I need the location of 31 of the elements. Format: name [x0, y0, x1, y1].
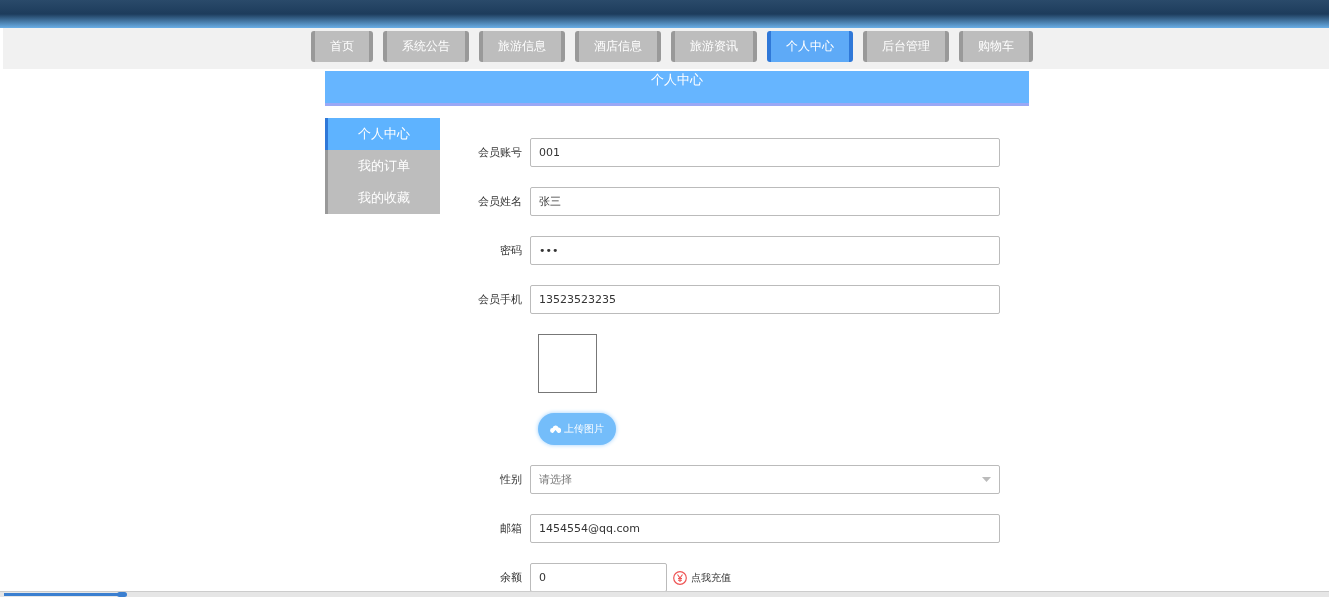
sidebar-item[interactable]: 我的收藏: [325, 182, 440, 214]
nav-tab[interactable]: 购物车: [959, 31, 1033, 62]
field-label: 邮箱: [499, 521, 523, 536]
nav-tab[interactable]: 旅游信息: [479, 31, 565, 62]
dropdown-caret-icon: [982, 477, 991, 482]
upload-button[interactable]: 上传图片: [538, 413, 616, 445]
image-placeholder: [538, 334, 597, 393]
yen-icon: [673, 570, 687, 585]
input-field[interactable]: 1454554@qq.com: [530, 514, 1000, 543]
field-label: 会员账号: [477, 145, 523, 160]
field-label: 余额: [499, 570, 523, 585]
nav-tab[interactable]: 旅游资讯: [671, 31, 757, 62]
recharge-link[interactable]: 点我充值: [691, 570, 731, 585]
field-label: 密码: [499, 243, 523, 258]
nav-tab[interactable]: 个人中心: [767, 31, 853, 62]
cloud-upload-icon: [550, 424, 561, 434]
field-label: 会员手机: [477, 292, 523, 307]
nav-tab[interactable]: 后台管理: [863, 31, 949, 62]
sidebar-item[interactable]: 个人中心: [325, 118, 440, 150]
nav-tab[interactable]: 系统公告: [383, 31, 469, 62]
field-label: 性别: [499, 472, 523, 487]
sidebar-item[interactable]: 我的订单: [325, 150, 440, 182]
nav-tab[interactable]: 酒店信息: [575, 31, 661, 62]
nav-tab[interactable]: 首页: [311, 31, 373, 62]
input-field[interactable]: •••: [530, 236, 1000, 265]
field-label: 会员姓名: [477, 194, 523, 209]
input-field[interactable]: 001: [530, 138, 1000, 167]
input-field[interactable]: 13523523235: [530, 285, 1000, 314]
input-field[interactable]: 张三: [530, 187, 1000, 216]
select-field[interactable]: 请选择: [530, 465, 1000, 494]
page-title: 个人中心: [325, 71, 1029, 106]
